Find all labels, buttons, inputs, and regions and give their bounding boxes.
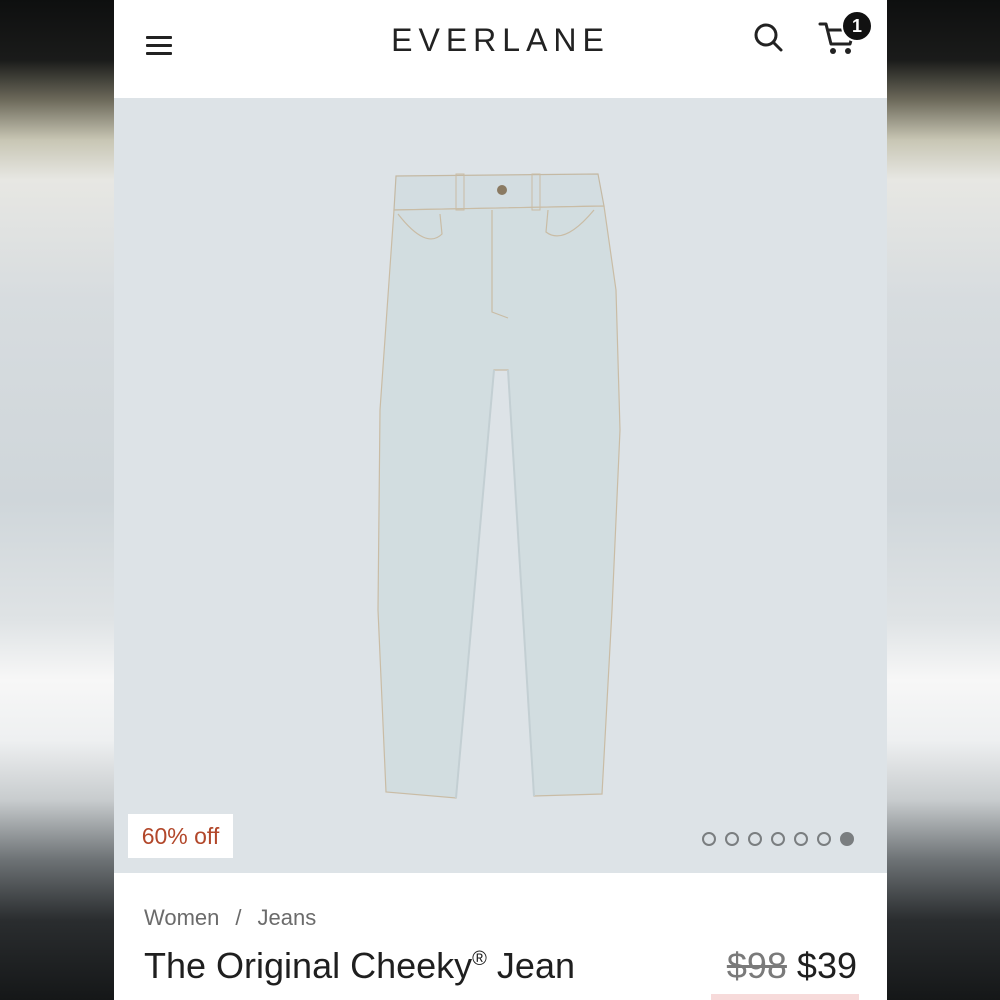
breadcrumb-women[interactable]: Women bbox=[144, 905, 219, 931]
carousel-dot[interactable] bbox=[817, 832, 831, 846]
right-blur-background bbox=[887, 0, 1000, 1000]
carousel-dot-active[interactable] bbox=[840, 832, 854, 846]
product-title: The Original Cheeky® Jean bbox=[144, 945, 575, 987]
product-image-jeans bbox=[377, 173, 621, 799]
search-icon[interactable] bbox=[753, 22, 785, 54]
left-blur-background bbox=[0, 0, 114, 1000]
carousel-dot[interactable] bbox=[725, 832, 739, 846]
product-title-main: The Original Cheeky bbox=[144, 945, 473, 986]
carousel-dot[interactable] bbox=[794, 832, 808, 846]
carousel-dot[interactable] bbox=[702, 832, 716, 846]
product-info: Women / Jeans The Original Cheeky® Jean … bbox=[114, 873, 887, 1000]
carousel-dot[interactable] bbox=[748, 832, 762, 846]
product-title-suffix: Jean bbox=[496, 945, 575, 986]
registered-mark: ® bbox=[472, 948, 487, 970]
discount-badge: 60% off bbox=[128, 814, 233, 858]
breadcrumb-separator: / bbox=[235, 905, 242, 930]
product-page: EVERLANE 1 60% off Women / Jeans The Ori… bbox=[114, 0, 887, 1000]
sale-price: $39 bbox=[796, 945, 857, 986]
original-price: $98 bbox=[726, 945, 787, 986]
breadcrumb: Women / Jeans bbox=[144, 905, 316, 931]
site-header: EVERLANE 1 bbox=[114, 0, 887, 98]
product-price: $98 $39 bbox=[727, 945, 857, 987]
carousel-dot[interactable] bbox=[771, 832, 785, 846]
sale-tag-strip bbox=[711, 994, 859, 1000]
carousel-pagination bbox=[702, 832, 854, 846]
product-image-carousel[interactable]: 60% off bbox=[114, 98, 887, 873]
cart-count-badge[interactable]: 1 bbox=[841, 10, 873, 42]
breadcrumb-jeans[interactable]: Jeans bbox=[258, 905, 317, 931]
